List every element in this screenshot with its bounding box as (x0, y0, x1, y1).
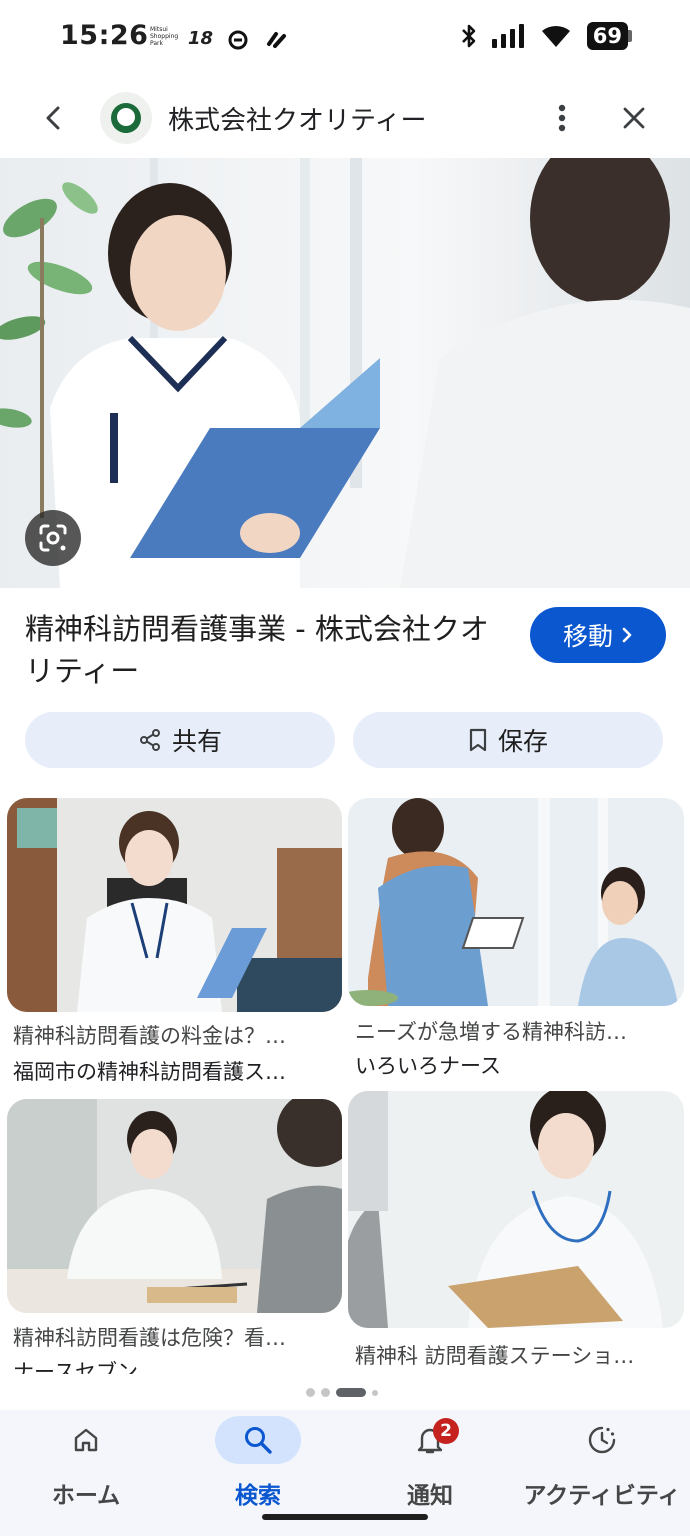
top-bar: 株式会社クオリティー (0, 78, 690, 158)
pager-dot-active (336, 1388, 366, 1397)
save-label: 保存 (497, 727, 548, 756)
nav-home[interactable]: ホーム (0, 1410, 172, 1520)
related-title: 精神科 訪問看護ステーショ… (355, 1344, 635, 1368)
more-options-button[interactable] (540, 96, 584, 140)
battery-indicator: 69 (586, 22, 632, 50)
save-button[interactable]: 保存 (353, 712, 663, 768)
status-time: 15:26 (60, 20, 149, 51)
nurse-holding-folder-photo (0, 158, 690, 588)
battery-level: 69 (586, 22, 628, 50)
quality-logo-icon (111, 103, 141, 133)
app-link-icon (267, 32, 286, 48)
nav-notifications-icon-wrap: 2 (387, 1416, 473, 1464)
notification-18-icon: 18 (188, 28, 214, 49)
pager-dot (372, 1389, 378, 1396)
bookmark-icon (469, 728, 487, 752)
home-icon (74, 1428, 98, 1452)
share-button[interactable]: 共有 (25, 712, 335, 768)
status-bar: 15:26 Mitsui Shopping Park 18 69 (0, 0, 690, 78)
result-title[interactable]: 精神科訪問看護事業 - 株式会社クオリティー (25, 608, 515, 692)
nav-activity-icon-wrap (559, 1416, 645, 1464)
close-button[interactable] (612, 96, 656, 140)
nav-search[interactable]: 検索 (172, 1410, 344, 1520)
related-source: 福岡市の精神科訪問看護ス… (13, 1060, 286, 1084)
nav-search-label: 検索 (235, 1483, 281, 1509)
visit-label: 移動 (562, 622, 613, 651)
app-e-icon (228, 30, 248, 50)
related-source: いろいろナース (355, 1054, 501, 1078)
site-name: 株式会社クオリティー (168, 106, 427, 136)
search-icon (245, 1427, 272, 1454)
chevron-left-icon (46, 106, 60, 130)
share-icon (139, 729, 160, 751)
home-indicator[interactable] (262, 1514, 428, 1520)
google-lens-icon (39, 524, 67, 552)
related-source: ナースセブン (13, 1360, 138, 1374)
nav-search-icon-wrap (215, 1416, 301, 1464)
related-title: 精神科訪問看護の料金は？… (13, 1024, 286, 1048)
nav-notifications[interactable]: 2 通知 (344, 1410, 516, 1520)
related-thumbnail[interactable] (7, 1099, 342, 1313)
related-thumbnail[interactable] (7, 798, 342, 1012)
back-button[interactable] (32, 96, 76, 140)
nav-activity[interactable]: アクティビティ (516, 1410, 688, 1520)
nurse-consultation-photo (7, 1099, 342, 1313)
wifi-icon (541, 25, 570, 47)
nurse-clipboard-photo (7, 798, 342, 1012)
related-title: ニーズが急増する精神科訪… (355, 1020, 627, 1044)
close-icon (623, 107, 645, 129)
bluetooth-icon (461, 24, 476, 48)
nurse-with-clipboard-photo (348, 1091, 684, 1328)
share-label: 共有 (171, 727, 222, 756)
nav-notifications-label: 通知 (407, 1483, 453, 1509)
nav-home-label: ホーム (51, 1483, 121, 1509)
related-thumbnail[interactable] (348, 1091, 684, 1328)
pager-dot (321, 1388, 330, 1397)
hero-image[interactable] (0, 158, 690, 588)
nurse-and-patient-photo (348, 798, 684, 1006)
more-vert-icon (558, 104, 566, 132)
related-title: 精神科訪問看護は危険？看… (13, 1326, 286, 1350)
visit-button[interactable]: 移動 (530, 607, 666, 663)
battery-tip (628, 30, 632, 42)
carousel-indicator (306, 1388, 378, 1397)
related-thumbnail[interactable] (348, 798, 684, 1006)
pager-dot (306, 1388, 315, 1397)
chevron-right-icon (622, 627, 632, 643)
activity-history-icon (588, 1426, 616, 1454)
nav-activity-label: アクティビティ (523, 1483, 681, 1509)
site-favicon (100, 92, 152, 144)
lens-search-button[interactable] (25, 510, 81, 566)
signal-icon (491, 24, 524, 48)
nav-home-icon-wrap (43, 1416, 129, 1464)
shopping-park-notification-icon: Mitsui Shopping Park (150, 26, 179, 47)
notification-badge: 2 (433, 1418, 459, 1444)
